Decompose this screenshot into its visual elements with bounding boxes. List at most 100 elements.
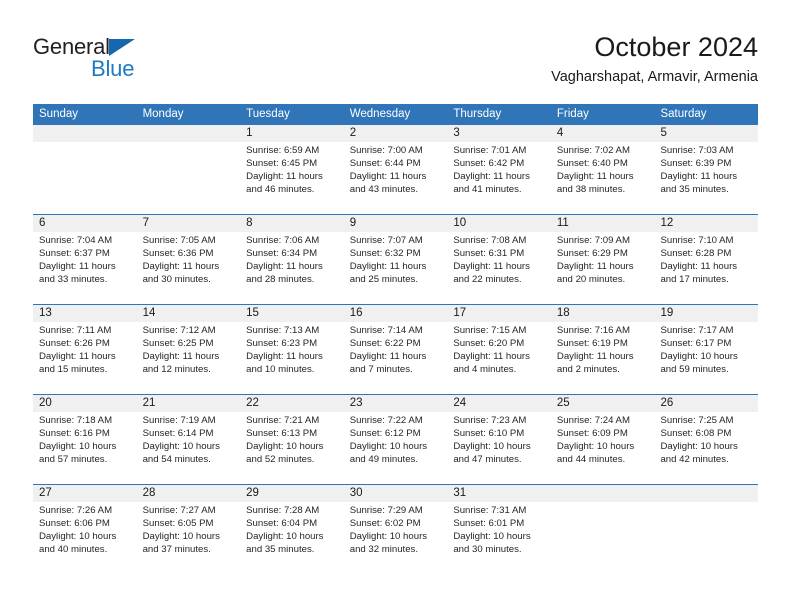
sunset-text: Sunset: 6:23 PM bbox=[246, 337, 318, 349]
day-cell[interactable]: 22 Sunrise: 7:21 AM Sunset: 6:13 PM Dayl… bbox=[240, 395, 344, 484]
sunrise-text: Sunrise: 7:09 AM bbox=[556, 235, 630, 246]
day-cell[interactable]: 24 Sunrise: 7:23 AM Sunset: 6:10 PM Dayl… bbox=[447, 395, 551, 484]
day-number: 12 bbox=[654, 215, 759, 232]
daylight-text-line2: and 10 minutes. bbox=[246, 363, 315, 375]
sunrise-text: Sunrise: 7:16 AM bbox=[556, 325, 630, 336]
day-number: 1 bbox=[240, 125, 344, 142]
day-cell[interactable]: 23 Sunrise: 7:22 AM Sunset: 6:12 PM Dayl… bbox=[343, 395, 448, 484]
sunset-text: Sunset: 6:28 PM bbox=[660, 247, 732, 259]
day-number: 8 bbox=[240, 215, 344, 232]
day-cell[interactable]: 18 Sunrise: 7:16 AM Sunset: 6:19 PM Dayl… bbox=[550, 305, 655, 394]
day-number: 5 bbox=[654, 125, 759, 142]
daylight-text-line1: Daylight: 11 hours bbox=[556, 350, 634, 362]
daylight-text-line1: Daylight: 10 hours bbox=[660, 440, 738, 452]
day-cell[interactable]: 13 Sunrise: 7:11 AM Sunset: 6:26 PM Dayl… bbox=[33, 305, 137, 394]
sunset-text: Sunset: 6:42 PM bbox=[453, 157, 525, 169]
day-number: 14 bbox=[136, 305, 241, 322]
day-number: 24 bbox=[447, 395, 551, 412]
daylight-text-line1: Daylight: 10 hours bbox=[142, 440, 220, 452]
day-cell[interactable]: 8 Sunrise: 7:06 AM Sunset: 6:34 PM Dayli… bbox=[240, 215, 344, 304]
sunset-text: Sunset: 6:08 PM bbox=[660, 427, 732, 439]
daylight-text-line2: and 28 minutes. bbox=[246, 273, 315, 285]
day-info: Sunrise: 7:06 AM Sunset: 6:34 PM Dayligh… bbox=[240, 232, 344, 287]
day-cell[interactable]: 11 Sunrise: 7:09 AM Sunset: 6:29 PM Dayl… bbox=[550, 215, 655, 304]
sunset-text: Sunset: 6:19 PM bbox=[556, 337, 628, 349]
day-info: Sunrise: 7:26 AM Sunset: 6:06 PM Dayligh… bbox=[33, 502, 137, 557]
daylight-text-line1: Daylight: 11 hours bbox=[246, 350, 323, 362]
day-info: Sunrise: 7:11 AM Sunset: 6:26 PM Dayligh… bbox=[33, 322, 137, 377]
sunset-text: Sunset: 6:14 PM bbox=[142, 427, 214, 439]
weekday-header-saturday: Saturday bbox=[660, 108, 707, 120]
daylight-text-line2: and 7 minutes. bbox=[349, 363, 413, 375]
daylight-text-line1: Daylight: 11 hours bbox=[453, 260, 530, 272]
day-cell[interactable]: 27 Sunrise: 7:26 AM Sunset: 6:06 PM Dayl… bbox=[33, 485, 137, 574]
day-info: Sunrise: 7:23 AM Sunset: 6:10 PM Dayligh… bbox=[447, 412, 551, 467]
daylight-text-line2: and 4 minutes. bbox=[453, 363, 517, 375]
day-cell[interactable]: 19 Sunrise: 7:17 AM Sunset: 6:17 PM Dayl… bbox=[654, 305, 759, 394]
day-cell[interactable]: 4 Sunrise: 7:02 AM Sunset: 6:40 PM Dayli… bbox=[550, 125, 655, 214]
day-cell[interactable]: 25 Sunrise: 7:24 AM Sunset: 6:09 PM Dayl… bbox=[550, 395, 655, 484]
day-info: Sunrise: 7:17 AM Sunset: 6:17 PM Dayligh… bbox=[654, 322, 758, 377]
day-info bbox=[654, 502, 758, 505]
day-cell[interactable]: 16 Sunrise: 7:14 AM Sunset: 6:22 PM Dayl… bbox=[343, 305, 448, 394]
daylight-text-line2: and 30 minutes. bbox=[453, 543, 522, 555]
day-cell[interactable]: 30 Sunrise: 7:29 AM Sunset: 6:02 PM Dayl… bbox=[343, 485, 448, 574]
weekday-header-tuesday: Tuesday bbox=[246, 108, 290, 120]
daylight-text-line2: and 30 minutes. bbox=[142, 273, 211, 285]
day-cell[interactable]: 12 Sunrise: 7:10 AM Sunset: 6:28 PM Dayl… bbox=[654, 215, 759, 304]
day-cell[interactable]: 3 Sunrise: 7:01 AM Sunset: 6:42 PM Dayli… bbox=[447, 125, 551, 214]
sunrise-text: Sunrise: 7:27 AM bbox=[142, 505, 216, 516]
week-row: 13 Sunrise: 7:11 AM Sunset: 6:26 PM Dayl… bbox=[33, 304, 759, 394]
calendar-grid: Sunday Monday Tuesday Wednesday Thursday… bbox=[33, 104, 759, 574]
daylight-text-line1: Daylight: 11 hours bbox=[246, 260, 323, 272]
day-cell[interactable] bbox=[136, 125, 241, 214]
title-block: October 2024 Vagharshapat, Armavir, Arme… bbox=[551, 30, 758, 88]
day-cell[interactable]: 10 Sunrise: 7:08 AM Sunset: 6:31 PM Dayl… bbox=[447, 215, 551, 304]
daylight-text-line2: and 2 minutes. bbox=[556, 363, 620, 375]
day-number: 21 bbox=[136, 395, 241, 412]
day-cell[interactable]: 20 Sunrise: 7:18 AM Sunset: 6:16 PM Dayl… bbox=[33, 395, 137, 484]
daylight-text-line2: and 25 minutes. bbox=[349, 273, 419, 285]
day-cell[interactable]: 2 Sunrise: 7:00 AM Sunset: 6:44 PM Dayli… bbox=[343, 125, 448, 214]
day-info: Sunrise: 7:04 AM Sunset: 6:37 PM Dayligh… bbox=[33, 232, 137, 287]
daylight-text-line2: and 17 minutes. bbox=[660, 273, 729, 285]
day-cell[interactable]: 1 Sunrise: 6:59 AM Sunset: 6:45 PM Dayli… bbox=[240, 125, 344, 214]
day-cell[interactable] bbox=[550, 485, 655, 574]
day-cell[interactable]: 9 Sunrise: 7:07 AM Sunset: 6:32 PM Dayli… bbox=[343, 215, 448, 304]
day-cell[interactable]: 6 Sunrise: 7:04 AM Sunset: 6:37 PM Dayli… bbox=[33, 215, 137, 304]
day-number bbox=[33, 125, 137, 142]
sunset-text: Sunset: 6:17 PM bbox=[660, 337, 732, 349]
sunset-text: Sunset: 6:16 PM bbox=[39, 427, 110, 439]
day-cell[interactable]: 26 Sunrise: 7:25 AM Sunset: 6:08 PM Dayl… bbox=[654, 395, 759, 484]
sunrise-text: Sunrise: 7:21 AM bbox=[246, 415, 320, 426]
sunset-text: Sunset: 6:25 PM bbox=[142, 337, 214, 349]
day-cell[interactable]: 29 Sunrise: 7:28 AM Sunset: 6:04 PM Dayl… bbox=[240, 485, 344, 574]
day-info: Sunrise: 7:14 AM Sunset: 6:22 PM Dayligh… bbox=[344, 322, 448, 377]
day-cell[interactable]: 14 Sunrise: 7:12 AM Sunset: 6:25 PM Dayl… bbox=[136, 305, 241, 394]
day-number: 28 bbox=[136, 485, 241, 502]
day-number: 22 bbox=[240, 395, 344, 412]
day-cell[interactable]: 31 Sunrise: 7:31 AM Sunset: 6:01 PM Dayl… bbox=[447, 485, 551, 574]
daylight-text-line1: Daylight: 11 hours bbox=[453, 350, 530, 362]
daylight-text-line1: Daylight: 11 hours bbox=[39, 350, 116, 362]
day-cell[interactable]: 15 Sunrise: 7:13 AM Sunset: 6:23 PM Dayl… bbox=[240, 305, 344, 394]
day-number bbox=[550, 485, 655, 502]
sunrise-text: Sunrise: 7:15 AM bbox=[453, 325, 527, 336]
sunrise-text: Sunrise: 7:06 AM bbox=[246, 235, 320, 246]
day-cell[interactable]: 5 Sunrise: 7:03 AM Sunset: 6:39 PM Dayli… bbox=[654, 125, 759, 214]
daylight-text-line1: Daylight: 10 hours bbox=[39, 440, 117, 452]
day-cell[interactable]: 21 Sunrise: 7:19 AM Sunset: 6:14 PM Dayl… bbox=[136, 395, 241, 484]
day-cell[interactable]: 28 Sunrise: 7:27 AM Sunset: 6:05 PM Dayl… bbox=[136, 485, 241, 574]
day-cell[interactable] bbox=[33, 125, 137, 214]
day-info: Sunrise: 7:10 AM Sunset: 6:28 PM Dayligh… bbox=[654, 232, 758, 287]
sunrise-text: Sunrise: 7:26 AM bbox=[39, 505, 113, 516]
day-cell[interactable]: 7 Sunrise: 7:05 AM Sunset: 6:36 PM Dayli… bbox=[136, 215, 241, 304]
day-cell[interactable]: 17 Sunrise: 7:15 AM Sunset: 6:20 PM Dayl… bbox=[447, 305, 551, 394]
day-number: 29 bbox=[240, 485, 344, 502]
daylight-text-line2: and 15 minutes. bbox=[39, 363, 108, 375]
daylight-text-line2: and 59 minutes. bbox=[660, 363, 729, 375]
day-cell[interactable] bbox=[654, 485, 759, 574]
day-number: 16 bbox=[343, 305, 448, 322]
daylight-text-line2: and 35 minutes. bbox=[246, 543, 315, 555]
sunrise-text: Sunrise: 7:31 AM bbox=[453, 505, 527, 516]
